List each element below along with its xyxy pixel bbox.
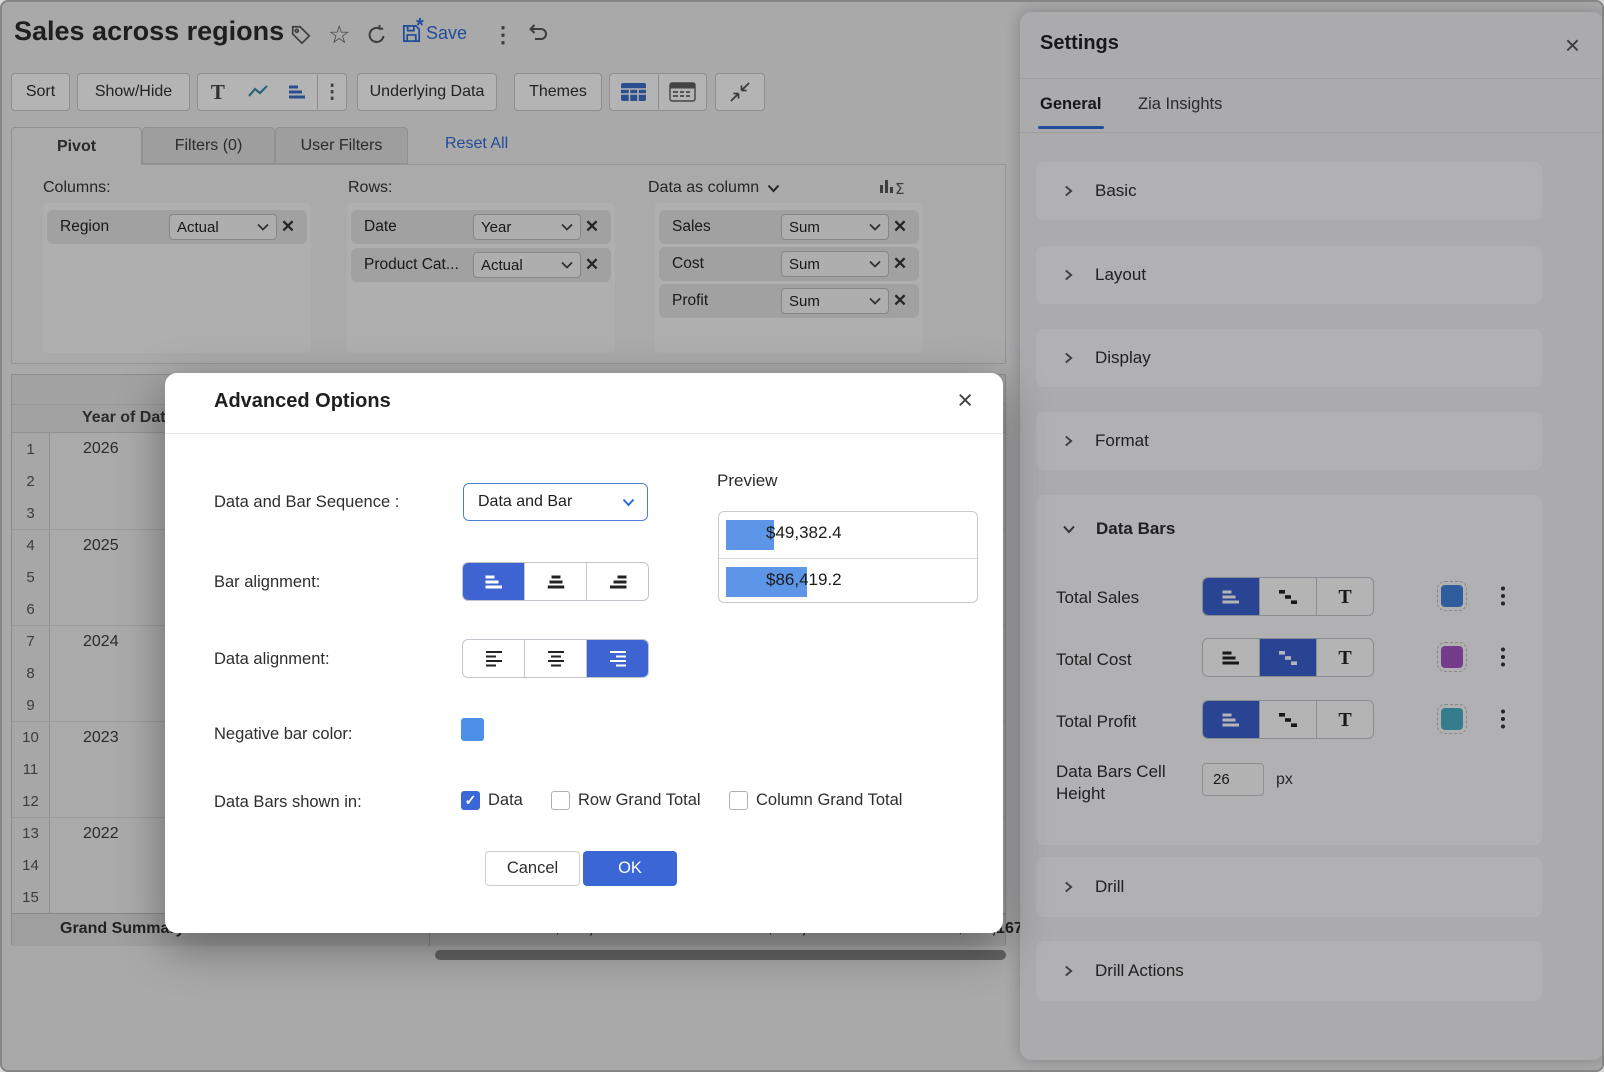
cancel-button[interactable]: Cancel: [485, 851, 580, 886]
bar-align-center-button[interactable]: [524, 563, 586, 600]
checkbox-label: Data: [488, 791, 523, 809]
align-center-icon: [547, 651, 564, 667]
align-left-icon: [485, 651, 502, 667]
cancel-label: Cancel: [506, 859, 559, 877]
data-align-right-button[interactable]: [586, 640, 648, 677]
bar-align-right-button[interactable]: [586, 563, 648, 600]
bars-right-icon: [609, 575, 626, 588]
modal-title: Advanced Options: [214, 390, 391, 412]
sequence-label: Data and Bar Sequence :: [214, 493, 400, 511]
preview-row: $86,419.2: [719, 558, 977, 602]
sequence-value: Data and Bar: [478, 493, 573, 510]
align-right-icon: [609, 651, 626, 667]
preview-value: $49,382.4: [766, 523, 842, 542]
preview-row: $49,382.4: [719, 512, 977, 558]
checkbox-data[interactable]: ✓ Data: [461, 791, 523, 810]
checkbox-label: Column Grand Total: [756, 791, 903, 809]
data-align-center-button[interactable]: [524, 640, 586, 677]
data-alignment-toggle: [462, 639, 649, 678]
ok-button[interactable]: OK: [583, 851, 677, 886]
bar-alignment-toggle: [462, 562, 649, 601]
checkbox-unchecked-icon[interactable]: [551, 791, 570, 810]
checkbox-checked-icon[interactable]: ✓: [461, 791, 480, 810]
bars-left-icon: [485, 575, 502, 588]
checkbox-unchecked-icon[interactable]: [729, 791, 748, 810]
data-align-left-button[interactable]: [463, 640, 524, 677]
sequence-select[interactable]: Data and Bar: [463, 483, 648, 521]
advanced-options-modal: Advanced Options × Data and Bar Sequence…: [165, 373, 1003, 933]
data-alignment-label: Data alignment:: [214, 650, 330, 668]
bar-align-left-button[interactable]: [463, 563, 524, 600]
bars-center-icon: [547, 575, 564, 588]
app-window: Sales across regions ☆ * Save ⋮ Sort Sho…: [0, 0, 1604, 1072]
negative-bar-color-label: Negative bar color:: [214, 725, 353, 743]
checkbox-column-grand-total[interactable]: Column Grand Total: [729, 791, 902, 810]
negative-bar-color-swatch[interactable]: [461, 718, 484, 741]
shown-in-label: Data Bars shown in:: [214, 793, 362, 811]
checkbox-label: Row Grand Total: [578, 791, 701, 809]
ok-label: OK: [618, 859, 642, 877]
preview-box: $49,382.4 $86,419.2: [718, 511, 978, 603]
divider: [165, 433, 1003, 434]
preview-value: $86,419.2: [766, 570, 842, 589]
bar-alignment-label: Bar alignment:: [214, 573, 321, 591]
preview-label: Preview: [717, 471, 778, 490]
modal-close-icon[interactable]: ×: [957, 385, 973, 416]
checkbox-row-grand-total[interactable]: Row Grand Total: [551, 791, 701, 810]
chevron-down-icon: [622, 498, 635, 506]
